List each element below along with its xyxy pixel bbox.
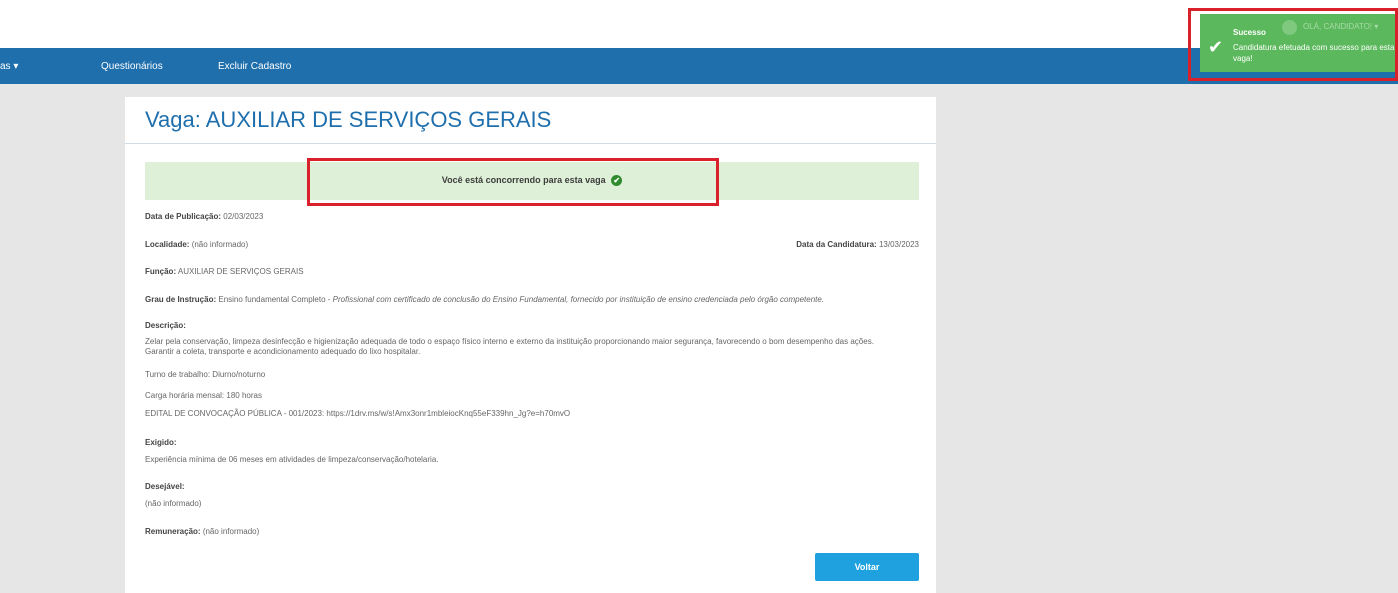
education-level: Grau de Instrução: Ensino fundamental Co…	[145, 295, 825, 304]
desirable-label: Desejável:	[145, 482, 185, 491]
application-date: Data da Candidatura: 13/03/2023	[796, 240, 919, 249]
salary: Remuneração: (não informado)	[145, 527, 260, 536]
nav-item-dropdown[interactable]: as ▾	[0, 61, 18, 72]
publication-date: Data de Publicação: 02/03/2023	[145, 212, 264, 221]
highlight-box-status	[307, 158, 719, 206]
required-text: Experiência mínima de 06 meses em ativid…	[145, 455, 439, 464]
required-label: Exigido:	[145, 438, 177, 447]
job-function: Função: AUXILIAR DE SERVIÇOS GERAIS	[145, 267, 304, 276]
edital-link[interactable]: EDITAL DE CONVOCAÇÃO PÚBLICA - 001/2023:…	[145, 409, 570, 418]
back-button[interactable]: Voltar	[815, 553, 919, 581]
page-title: Vaga: AUXILIAR DE SERVIÇOS GERAIS	[145, 107, 552, 132]
description-label: Descrição:	[145, 321, 186, 330]
nav-item-questionarios[interactable]: Questionários	[101, 61, 163, 72]
highlight-box-toast	[1188, 8, 1398, 81]
description-text: Zelar pela conservação, limpeza desinfec…	[145, 337, 874, 356]
nav-item-excluir-cadastro[interactable]: Excluir Cadastro	[218, 61, 291, 72]
title-divider	[125, 143, 936, 144]
monthly-hours: Carga horária mensal: 180 horas	[145, 391, 262, 400]
work-shift: Turno de trabalho: Diurno/noturno	[145, 370, 266, 379]
desirable-text: (não informado)	[145, 499, 202, 508]
location: Localidade: (não informado)	[145, 240, 249, 249]
